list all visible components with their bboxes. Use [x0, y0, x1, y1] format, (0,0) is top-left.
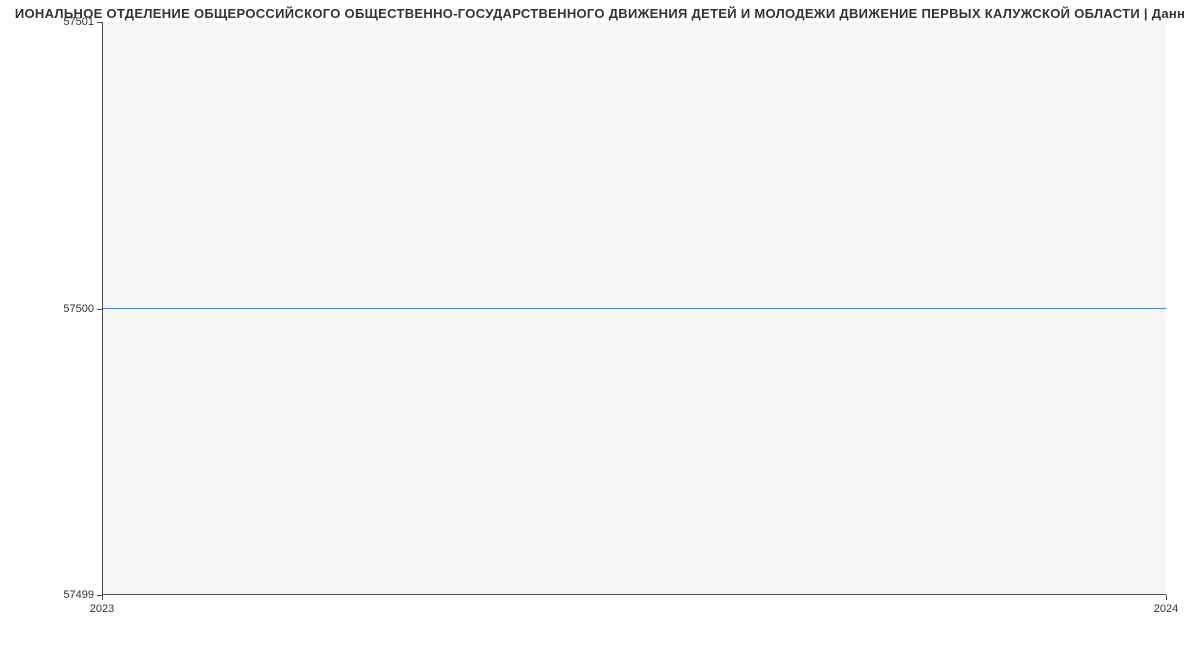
data-line — [103, 308, 1166, 309]
x-tick-label-right: 2024 — [1154, 603, 1178, 615]
y-tick-mark — [97, 22, 102, 23]
chart-container: 57501 57500 57499 2023 2024 — [102, 22, 1166, 595]
x-tick-mark — [102, 595, 103, 600]
y-tick-mark — [97, 309, 102, 310]
y-tick-label-mid: 57500 — [63, 303, 94, 315]
x-tick-label-left: 2023 — [90, 603, 114, 615]
plot-area — [102, 22, 1166, 595]
chart-title: ИОНАЛЬНОЕ ОТДЕЛЕНИЕ ОБЩЕРОССИЙСКОГО ОБЩЕ… — [0, 0, 1200, 21]
y-tick-label-bottom: 57499 — [63, 589, 94, 601]
x-tick-mark — [1166, 595, 1167, 600]
y-tick-label-top: 57501 — [63, 16, 94, 28]
